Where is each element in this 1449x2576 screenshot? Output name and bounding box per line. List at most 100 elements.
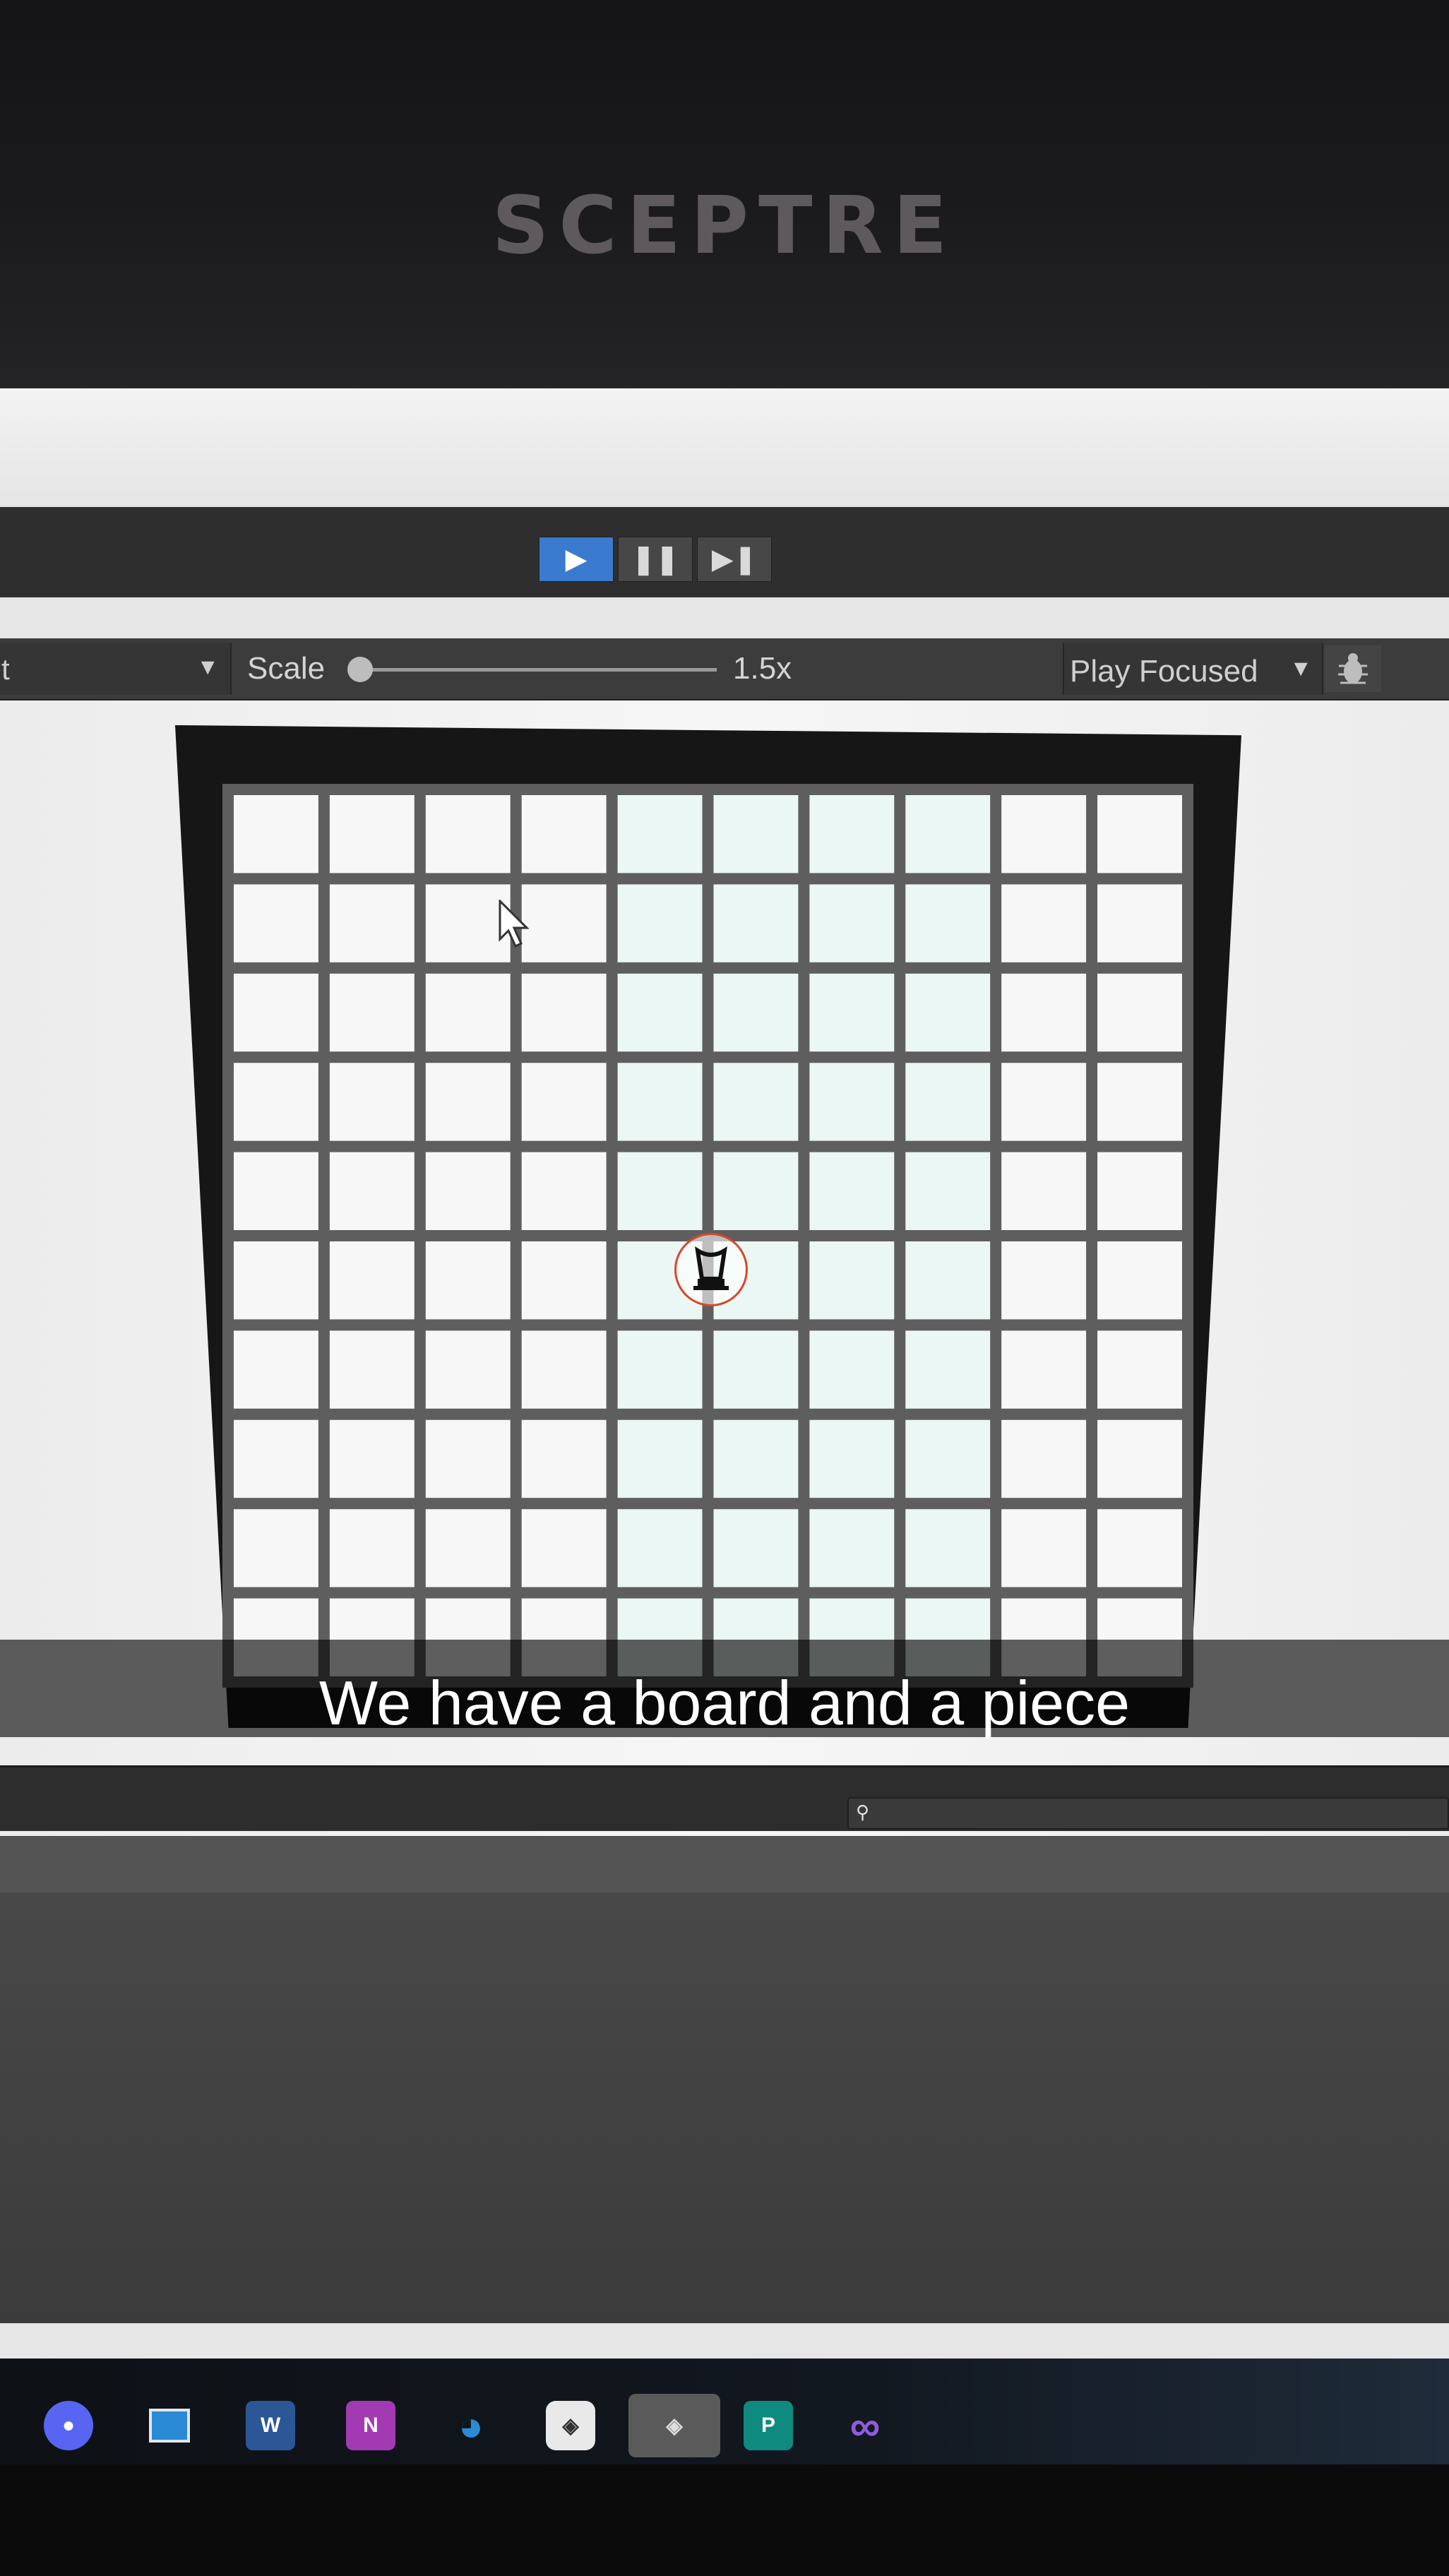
word-icon[interactable]: W [246,2401,295,2450]
board-cell[interactable] [425,1152,511,1230]
board-cell[interactable] [425,795,511,873]
board-cell[interactable] [329,1419,415,1498]
board-cell[interactable] [234,1152,318,1230]
board-cell[interactable] [809,1419,895,1498]
board-cell[interactable] [1097,795,1182,873]
board-cell[interactable] [905,1152,991,1230]
board-cell[interactable] [329,1330,415,1409]
board-cell[interactable] [617,884,703,962]
board-cell[interactable] [425,1509,511,1587]
board-cell[interactable] [1097,1419,1182,1498]
board-cell[interactable] [809,1152,895,1230]
scale-slider[interactable] [360,668,717,672]
board-cell[interactable] [905,1241,991,1320]
onenote-icon[interactable]: N [346,2401,395,2450]
board-cell[interactable] [617,1509,703,1587]
display-dropdown[interactable]: t ▼ [0,643,232,695]
board-cell[interactable] [1097,973,1182,1052]
board-cell[interactable] [521,1419,607,1498]
board-cell[interactable] [905,884,991,962]
board-cell[interactable] [521,973,607,1052]
board-cell[interactable] [1097,1509,1182,1587]
board-cell[interactable] [521,1330,607,1409]
search-input[interactable]: ⚲ [847,1797,1449,1830]
board-cell[interactable] [521,1241,607,1320]
board-cell[interactable] [1097,1330,1182,1409]
board-cell[interactable] [521,795,607,873]
board-cell[interactable] [905,1330,991,1409]
board-cell[interactable] [329,1241,415,1320]
board-cell[interactable] [425,1330,511,1409]
board-cell[interactable] [1001,973,1087,1052]
board-cell[interactable] [329,795,415,873]
board-cell[interactable] [905,1419,991,1498]
board-cell[interactable] [809,1241,895,1320]
board-cell[interactable] [713,1419,799,1498]
unity-icon[interactable]: ◈ [546,2401,595,2450]
board-cell[interactable] [905,1063,991,1141]
scale-slider-handle[interactable] [347,657,373,682]
board-cell[interactable] [905,973,991,1052]
board-cell[interactable] [425,1063,511,1141]
board-cell[interactable] [425,1419,511,1498]
board-cell[interactable] [329,1152,415,1230]
board-cell[interactable] [713,1509,799,1587]
board-cell[interactable] [521,1509,607,1587]
board-cell[interactable] [1001,884,1087,962]
board-cell[interactable] [234,1063,318,1141]
play-mode-dropdown[interactable]: Play Focused ▼ [1063,643,1323,695]
board-cell[interactable] [905,1509,991,1587]
board-cell[interactable] [1001,1152,1087,1230]
board-cell[interactable] [1097,1152,1182,1230]
board-cell[interactable] [809,795,895,873]
step-button[interactable]: ▶❚ [697,537,772,582]
board-cell[interactable] [617,1063,703,1141]
board-cell[interactable] [329,884,415,962]
board-cell[interactable] [1001,1419,1087,1498]
board-cell[interactable] [1001,1509,1087,1587]
board-cell[interactable] [809,1063,895,1141]
board-cell[interactable] [521,1152,607,1230]
board-cell[interactable] [809,1509,895,1587]
board-cell[interactable] [425,1241,511,1320]
board-cell[interactable] [713,973,799,1052]
discord-icon[interactable]: ● [44,2401,93,2450]
board-cell[interactable] [329,973,415,1052]
app-icon[interactable] [145,2401,194,2450]
board-cell[interactable] [234,1509,318,1587]
board-cell[interactable] [234,1241,318,1320]
board-cell[interactable] [809,973,895,1052]
board-cell[interactable] [234,795,318,873]
pause-button[interactable]: ❚❚ [618,537,693,582]
unity-hub-icon[interactable]: ◈ [628,2394,720,2457]
board-cell[interactable] [234,884,318,962]
board-cell[interactable] [617,1152,703,1230]
board-cell[interactable] [234,1419,318,1498]
board-cell[interactable] [713,884,799,962]
board-cell[interactable] [713,1063,799,1141]
board-cell[interactable] [809,1330,895,1409]
debug-button[interactable] [1325,645,1381,692]
board-cell[interactable] [713,1152,799,1230]
board-cell[interactable] [1097,1241,1182,1320]
board-cell[interactable] [425,973,511,1052]
board-cell[interactable] [521,884,607,962]
board-cell[interactable] [1001,1330,1087,1409]
board-cell[interactable] [713,795,799,873]
board-cell[interactable] [1097,1063,1182,1141]
board-cell[interactable] [425,884,511,962]
board-cell[interactable] [617,795,703,873]
board-cell[interactable] [617,1419,703,1498]
board-cell[interactable] [521,1063,607,1141]
edge-icon[interactable]: ◕ [446,2401,496,2450]
board-cell[interactable] [809,884,895,962]
board-cell[interactable] [1001,1241,1087,1320]
board-cell[interactable] [1001,1063,1087,1141]
play-button[interactable]: ▶ [539,537,614,582]
board-cell[interactable] [234,973,318,1052]
board-cell[interactable] [617,1330,703,1409]
board-cell[interactable] [1001,795,1087,873]
board-cell[interactable] [617,973,703,1052]
game-piece[interactable] [674,1233,748,1306]
board-cell[interactable] [234,1330,318,1409]
